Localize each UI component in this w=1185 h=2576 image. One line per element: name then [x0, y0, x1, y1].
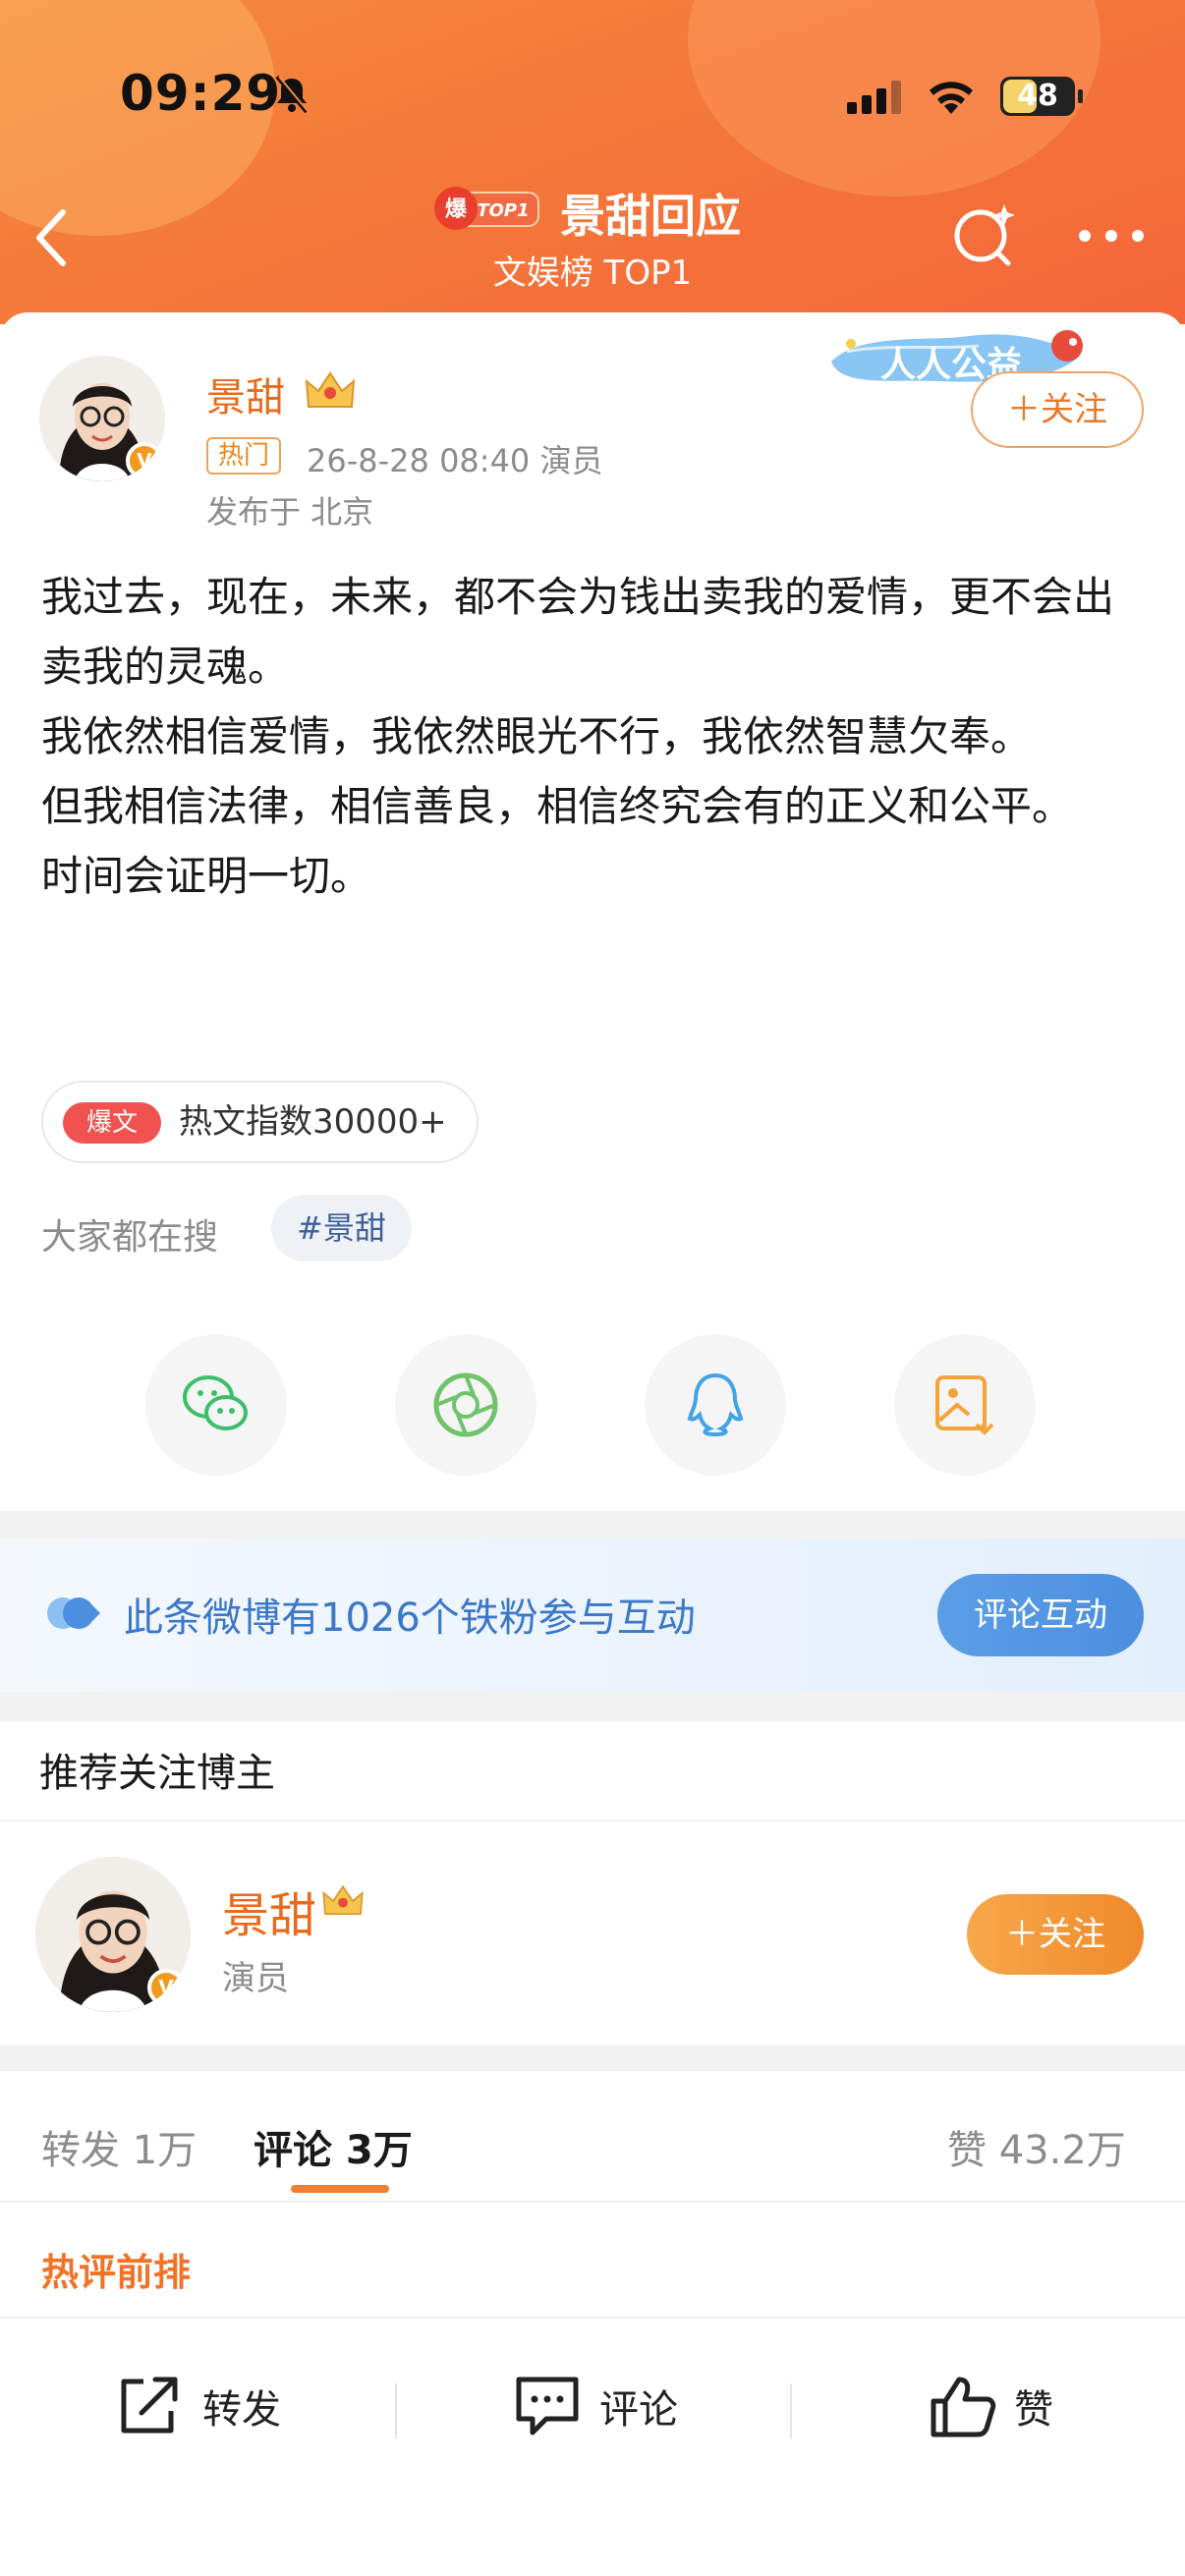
comment-label: 评论 [599, 2387, 678, 2433]
active-tab-indicator [291, 2185, 389, 2193]
moments-icon [433, 1372, 498, 1437]
post-tabs: 转发 1万 评论 3万 赞 43.2万 [0, 2071, 1185, 2201]
status-time: 09:29 [120, 65, 282, 122]
share-qq-button[interactable] [645, 1334, 786, 1476]
tab-repost[interactable]: 转发 1万 [41, 2118, 197, 2175]
svg-text:TOP1: TOP1 [477, 200, 529, 221]
tab-like[interactable]: 赞 43.2万 [947, 2118, 1126, 2175]
author-avatar[interactable]: V [39, 356, 165, 481]
page-title: 景甜回应 [560, 190, 741, 243]
bottom-action-bar: 转发 评论 赞 [0, 2317, 1185, 2482]
section-divider [0, 1692, 1185, 1721]
divider [0, 1820, 1185, 1821]
verified-badge-icon: V [147, 1969, 185, 2006]
crown-icon [303, 369, 358, 417]
search-icon[interactable] [949, 200, 1018, 273]
wechat-icon [183, 1375, 248, 1430]
status-bar: 09:29 48 [0, 59, 1185, 138]
header: 09:29 48 爆 TOP1 景甜回应 文娱榜 TOP1 [0, 0, 1185, 324]
recommend-title: 推荐关注博主 [39, 1751, 275, 1796]
repost-icon [121, 2377, 178, 2434]
cellular-signal-icon [847, 81, 902, 118]
divider [790, 2383, 792, 2438]
bell-off-icon [275, 75, 310, 118]
section-divider [0, 1511, 1185, 1539]
like-label: 赞 [1014, 2387, 1053, 2433]
qq-icon [687, 1372, 744, 1437]
trending-search-label: 大家都在搜 [41, 1217, 219, 1258]
recommended-role: 演员 [222, 1959, 289, 1998]
battery-icon: 48 [1000, 77, 1083, 116]
post-card: V 景甜 热门 26-8-28 08:40 演员 发布于 北京 人人公益 ＋关注… [0, 312, 1185, 1511]
author-name[interactable]: 景甜 [206, 365, 285, 422]
comment-interact-button[interactable]: 评论互动 [937, 1574, 1144, 1656]
post-location: 发布于 北京 [206, 493, 374, 531]
divider [395, 2383, 397, 2438]
fans-icon [45, 1596, 100, 1635]
hot-index-text: 热文指数30000+ [179, 1102, 447, 1142]
save-image-button[interactable] [894, 1334, 1036, 1476]
svg-text:爆: 爆 [445, 197, 468, 222]
wifi-icon [926, 77, 977, 120]
save-image-icon [935, 1375, 994, 1435]
recommended-follow-button[interactable]: ＋关注 [967, 1894, 1144, 1975]
tab-comment[interactable]: 评论 3万 [254, 2118, 413, 2175]
follow-button[interactable]: ＋关注 [971, 371, 1144, 448]
crown-icon [320, 1882, 366, 1924]
section-divider [0, 2045, 1185, 2071]
hot-article-pill: 爆文 [63, 1102, 161, 1144]
comment-button[interactable]: 评论 [509, 2319, 705, 2484]
hot-comments-label[interactable]: 热评前排 [41, 2242, 191, 2296]
post-meta: 26-8-28 08:40 演员 [307, 442, 603, 479]
repost-button[interactable]: 转发 [108, 2319, 305, 2484]
explosive-top-badge-icon: 爆 TOP1 [432, 183, 540, 234]
divider [0, 2201, 1185, 2203]
fans-interaction-text: 此条微博有1026个铁粉参与互动 [124, 1596, 696, 1641]
post-text: 我过去，现在，未来，都不会为钱出卖我的爱情，更不会出卖我的灵魂。 我依然相信爱情… [41, 573, 1115, 900]
like-button[interactable]: 赞 [928, 2319, 1065, 2484]
hot-index-chip[interactable]: 爆文 热文指数30000+ [41, 1081, 479, 1163]
battery-level: 48 [1017, 79, 1058, 113]
comment-icon [516, 2377, 579, 2436]
trending-search-chip[interactable]: #景甜 [271, 1195, 412, 1261]
more-options-icon[interactable] [1077, 228, 1146, 248]
fans-interaction-banner[interactable]: 此条微博有1026个铁粉参与互动 评论互动 [0, 1539, 1185, 1692]
recommended-name[interactable]: 景甜 [222, 1876, 316, 1945]
share-wechat-button[interactable] [145, 1334, 287, 1476]
hot-tag: 热门 [206, 437, 282, 475]
nav-bar: 爆 TOP1 景甜回应 文娱榜 TOP1 [0, 177, 1185, 305]
thumbs-up-icon [931, 2377, 996, 2437]
share-moments-button[interactable] [395, 1334, 536, 1476]
recommended-avatar[interactable]: V [35, 1857, 191, 2012]
verified-badge-icon: V [126, 442, 163, 479]
repost-label: 转发 [202, 2387, 281, 2433]
